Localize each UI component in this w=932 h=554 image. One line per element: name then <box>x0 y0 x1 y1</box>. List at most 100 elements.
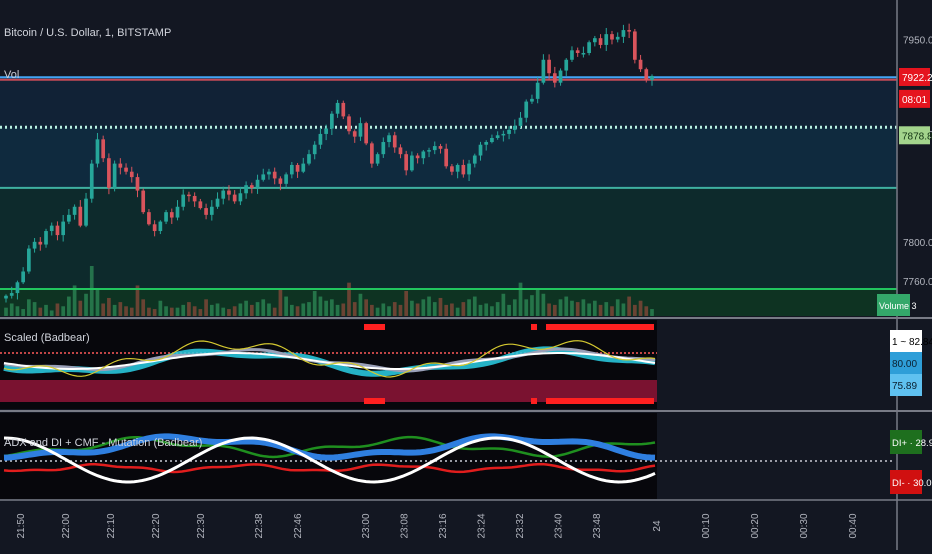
candle-body <box>415 155 420 159</box>
volume-bar <box>444 304 449 316</box>
volume-bar <box>581 299 586 316</box>
candle[interactable] <box>112 160 117 192</box>
candle-body <box>318 133 323 145</box>
candle-body <box>284 174 288 184</box>
volume-bar <box>44 304 48 316</box>
volume-bar <box>387 306 391 316</box>
volume-bar <box>27 299 31 316</box>
band-middle <box>0 127 897 188</box>
time-tick-18: 00:40 <box>848 513 859 538</box>
candle-body <box>541 59 546 83</box>
chart-canvas[interactable]: 7950.007880.007800.007760.007922.2308:01… <box>0 0 932 550</box>
candle-body <box>255 179 260 188</box>
candle-body <box>249 185 254 188</box>
volume-bar <box>450 303 454 316</box>
time-tick-10: 23:24 <box>477 513 488 538</box>
candle-body <box>610 34 614 40</box>
candle-body <box>472 155 477 164</box>
volume-bar <box>495 302 500 316</box>
pane-scaled[interactable] <box>0 320 657 409</box>
candle-body <box>650 75 654 80</box>
volume-bar <box>135 285 140 316</box>
candle[interactable] <box>633 28 637 64</box>
candle-body <box>301 163 306 172</box>
candle-body <box>335 102 340 114</box>
volume-bar <box>575 302 580 316</box>
pane2-signal-top <box>531 324 537 330</box>
volume-bar <box>347 282 351 316</box>
candle-body <box>330 113 334 129</box>
volume-bar <box>375 307 380 316</box>
volume-bar <box>267 303 271 316</box>
candle-body <box>547 59 551 74</box>
price-badge-0: 7922.23 <box>902 73 932 84</box>
candle-body <box>392 135 397 148</box>
volume-bar <box>370 304 374 316</box>
volume-bar <box>558 299 563 316</box>
candle-body <box>432 146 437 151</box>
volume-bar <box>147 307 151 316</box>
volume-bar <box>307 302 311 316</box>
volume-bar <box>158 300 163 316</box>
volume-bar <box>164 306 168 316</box>
candle-body <box>347 116 351 132</box>
candle-body <box>524 101 529 118</box>
candle-body <box>84 198 88 226</box>
time-tick-17: 00:30 <box>799 513 810 538</box>
chart-root: 7950.007880.007800.007760.007922.2308:01… <box>0 0 932 550</box>
candle-body <box>352 131 357 137</box>
candle-body <box>21 271 25 283</box>
volume-bar <box>249 304 254 316</box>
candle-body <box>124 167 128 172</box>
candle-body <box>387 135 391 143</box>
candle-body <box>575 50 580 54</box>
candle-body <box>604 34 609 45</box>
candle-body <box>467 163 471 175</box>
volume-bar <box>644 306 649 316</box>
volume-bar <box>215 303 220 316</box>
candle-body <box>187 194 191 197</box>
candle-body <box>27 248 31 272</box>
volume-bar <box>21 309 25 316</box>
candle[interactable] <box>364 121 369 146</box>
volume-bar <box>55 303 60 316</box>
candle-body <box>633 31 637 60</box>
volume-bar <box>381 303 386 316</box>
candle-body <box>615 36 620 40</box>
candle[interactable] <box>89 159 94 203</box>
candle-body <box>272 171 277 179</box>
volume-bar <box>318 296 323 316</box>
volume-bar <box>335 304 340 316</box>
candle-body <box>158 221 163 232</box>
candle-body <box>215 198 220 207</box>
candle-body <box>307 154 311 164</box>
candle-body <box>135 177 140 191</box>
volume-bar <box>101 303 106 316</box>
candle-body <box>644 69 649 80</box>
volume-bar <box>4 307 8 316</box>
candle-body <box>341 102 346 117</box>
candle-body <box>398 147 403 155</box>
volume-bar <box>181 304 186 316</box>
volume-bar <box>107 297 111 316</box>
candle[interactable] <box>101 135 106 163</box>
candle-body <box>89 163 94 199</box>
candle-body <box>204 208 208 215</box>
candle-body <box>209 206 214 215</box>
candle[interactable] <box>341 100 346 120</box>
candle[interactable] <box>27 245 31 274</box>
volume-bar <box>141 299 146 316</box>
volume-bar <box>284 296 288 316</box>
volume-bar <box>278 288 283 316</box>
volume-bar <box>118 302 123 316</box>
candle-body <box>455 164 460 172</box>
volume-bar <box>415 303 420 316</box>
volume-bar <box>358 293 363 316</box>
volume-bar <box>535 288 540 316</box>
candle[interactable] <box>141 188 146 215</box>
volume-bar <box>587 303 591 316</box>
candle-body <box>227 190 231 195</box>
volume-bar <box>472 296 477 316</box>
candle-body <box>289 164 294 175</box>
candle-body <box>118 163 123 168</box>
